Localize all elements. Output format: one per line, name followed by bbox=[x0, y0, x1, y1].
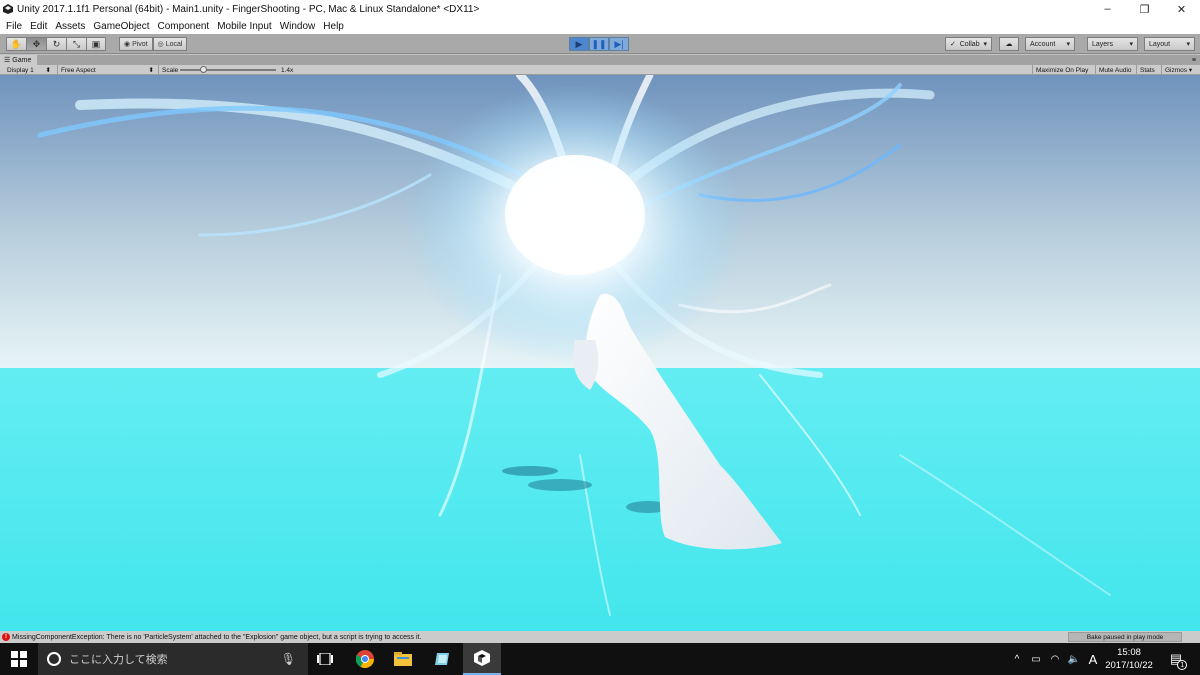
game-view-toolbar: Display 1 ⬍ Free Aspect ⬍ Scale 1.4x Maxim… bbox=[0, 65, 1200, 75]
shadow bbox=[502, 466, 558, 476]
layout-dropdown[interactable]: Layout ▾ bbox=[1144, 37, 1195, 51]
store-app-icon[interactable] bbox=[423, 643, 461, 675]
window-title: Unity 2017.1.1f1 Personal (64bit) - Main… bbox=[17, 3, 480, 15]
layers-group: Layers ▾ bbox=[1087, 37, 1138, 51]
tray-chevron-up-icon[interactable]: ^ bbox=[1010, 643, 1024, 675]
clock-date: 2017/10/22 bbox=[1105, 660, 1153, 671]
cortana-icon bbox=[47, 652, 61, 666]
scale-slider-track[interactable] bbox=[180, 69, 276, 71]
menu-edit[interactable]: Edit bbox=[26, 21, 51, 32]
move-tool-icon[interactable]: ✥ bbox=[26, 37, 46, 51]
layout-group: Layout ▾ bbox=[1144, 37, 1195, 51]
hand-tool-icon[interactable]: ✋ bbox=[6, 37, 26, 51]
error-icon: ! bbox=[2, 633, 10, 641]
play-button[interactable]: ▶ bbox=[569, 37, 589, 51]
chevron-down-icon: ⬍ bbox=[45, 67, 51, 74]
collab-group: ✓ Collab ▾ bbox=[945, 37, 992, 51]
menu-assets[interactable]: Assets bbox=[51, 21, 89, 32]
notification-count: 1 bbox=[1177, 660, 1188, 670]
account-dropdown[interactable]: Account ▾ bbox=[1025, 37, 1075, 51]
clock-time: 15:08 bbox=[1117, 647, 1141, 658]
main-toolbar: ✋ ✥ ↻ ⤡ ▣ ◉ Pivot ◎ Local ▶ ❚❚ ▶| ✓ Colla… bbox=[0, 34, 1200, 54]
microphone-icon[interactable]: 🎙 bbox=[281, 652, 296, 666]
restore-button[interactable]: ❐ bbox=[1126, 0, 1163, 18]
title-bar: Unity 2017.1.1f1 Personal (64bit) - Main… bbox=[0, 0, 1200, 18]
close-button[interactable]: ✕ bbox=[1163, 0, 1200, 18]
panel-menu-icon[interactable]: ≡ bbox=[1192, 57, 1200, 64]
display-dropdown[interactable]: Display 1 ⬍ bbox=[4, 65, 54, 75]
menu-component[interactable]: Component bbox=[154, 21, 214, 32]
file-explorer-icon[interactable] bbox=[384, 643, 422, 675]
game-viewport[interactable] bbox=[0, 75, 1200, 631]
battery-icon[interactable]: ▭ bbox=[1028, 643, 1044, 675]
chevron-down-icon: ⬍ bbox=[148, 67, 154, 74]
windows-taskbar: ここに入力して検索 🎙 ^ ▭ ◠ 🔈 A 15:08 2017/10/22 ▤… bbox=[0, 643, 1200, 675]
console-error-message[interactable]: MissingComponentException: There is no '… bbox=[12, 634, 421, 641]
menu-file[interactable]: File bbox=[2, 21, 26, 32]
cloud-button[interactable]: ☁ bbox=[999, 37, 1019, 51]
unity-logo-icon bbox=[3, 4, 13, 14]
scale-slider-handle[interactable] bbox=[200, 66, 207, 73]
pivot-toggle[interactable]: ◉ Pivot bbox=[119, 37, 153, 51]
taskbar-search-box[interactable]: ここに入力して検索 🎙 bbox=[38, 643, 308, 675]
chevron-down-icon: ▾ bbox=[1187, 67, 1193, 74]
wifi-icon[interactable]: ◠ bbox=[1047, 643, 1063, 675]
task-view-icon[interactable] bbox=[306, 643, 344, 675]
stats-toggle[interactable]: Stats bbox=[1136, 65, 1158, 75]
rotate-tool-icon[interactable]: ↻ bbox=[46, 37, 66, 51]
search-placeholder: ここに入力して検索 bbox=[69, 654, 168, 666]
menu-bar: File Edit Assets GameObject Component Mo… bbox=[0, 18, 1200, 34]
start-button[interactable] bbox=[0, 643, 38, 675]
mute-audio-toggle[interactable]: Mute Audio bbox=[1095, 65, 1135, 75]
chrome-icon[interactable] bbox=[346, 643, 384, 675]
local-toggle[interactable]: ◎ Local bbox=[152, 37, 188, 51]
collab-dropdown[interactable]: ✓ Collab ▾ bbox=[945, 37, 992, 51]
console-status-bar[interactable]: ! MissingComponentException: There is no… bbox=[0, 631, 1200, 643]
pause-button[interactable]: ❚❚ bbox=[589, 37, 609, 51]
scale-tool-icon[interactable]: ⤡ bbox=[66, 37, 86, 51]
ime-indicator[interactable]: A bbox=[1085, 643, 1101, 675]
bake-paused-indicator: Bake paused in play mode bbox=[1068, 632, 1182, 642]
menu-mobile-input[interactable]: Mobile Input bbox=[213, 21, 275, 32]
gizmos-dropdown[interactable]: Gizmos ▾ bbox=[1161, 65, 1195, 75]
windows-logo-icon bbox=[11, 651, 27, 667]
chevron-down-icon: ▾ bbox=[983, 41, 987, 48]
scale-value: 1.4x bbox=[281, 66, 294, 74]
pivot-icon: ◉ bbox=[124, 41, 133, 48]
cloud-icon: ☁ bbox=[1005, 41, 1013, 48]
aspect-dropdown[interactable]: Free Aspect ⬍ bbox=[57, 65, 157, 75]
minimize-button[interactable]: – bbox=[1089, 0, 1126, 18]
account-group: Account ▾ bbox=[1025, 37, 1075, 51]
game-tab[interactable]: ☰ Game bbox=[0, 55, 38, 65]
pivot-group: ◉ Pivot ◎ Local bbox=[119, 37, 188, 51]
unity-editor-window: Unity 2017.1.1f1 Personal (64bit) - Main… bbox=[0, 0, 1200, 675]
menu-help[interactable]: Help bbox=[319, 21, 348, 32]
ground-plane bbox=[0, 368, 1200, 631]
game-scene-render bbox=[0, 75, 1200, 631]
unity-taskbar-icon[interactable] bbox=[463, 643, 501, 675]
volume-icon[interactable]: 🔈 bbox=[1066, 643, 1082, 675]
game-tab-strip: ☰ Game ≡ bbox=[0, 55, 1200, 65]
game-icon: ☰ bbox=[4, 57, 11, 64]
transform-tools: ✋ ✥ ↻ ⤡ ▣ bbox=[6, 37, 106, 51]
chevron-down-icon: ▾ bbox=[1129, 41, 1133, 48]
menu-gameobject[interactable]: GameObject bbox=[89, 21, 153, 32]
taskbar-clock[interactable]: 15:08 2017/10/22 bbox=[1100, 646, 1158, 672]
step-button[interactable]: ▶| bbox=[609, 37, 629, 51]
layers-dropdown[interactable]: Layers ▾ bbox=[1087, 37, 1138, 51]
cloud-group: ☁ bbox=[999, 37, 1019, 51]
scale-label: Scale bbox=[158, 65, 181, 75]
playback-controls: ▶ ❚❚ ▶| bbox=[569, 37, 629, 51]
collab-icon: ✓ bbox=[950, 41, 956, 48]
chevron-down-icon: ▾ bbox=[1186, 41, 1190, 48]
chevron-down-icon: ▾ bbox=[1066, 41, 1070, 48]
maximize-on-play-toggle[interactable]: Maximize On Play bbox=[1032, 65, 1091, 75]
menu-window[interactable]: Window bbox=[276, 21, 320, 32]
notification-icon: ▤ 1 bbox=[1170, 651, 1188, 670]
local-icon: ◎ bbox=[157, 41, 166, 48]
action-center-button[interactable]: ▤ 1 bbox=[1162, 643, 1190, 675]
rect-tool-icon[interactable]: ▣ bbox=[86, 37, 106, 51]
